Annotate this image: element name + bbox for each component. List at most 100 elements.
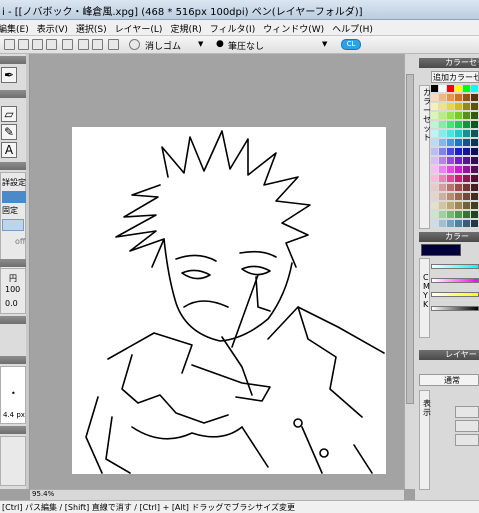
brush-tool[interactable]: ✎: [1, 124, 17, 140]
color-swatch[interactable]: [431, 139, 438, 146]
color-swatch[interactable]: [439, 166, 446, 173]
color-swatch[interactable]: [455, 157, 462, 164]
color-swatch[interactable]: [471, 148, 478, 155]
color-swatch[interactable]: [455, 112, 462, 119]
color-swatch[interactable]: [447, 148, 454, 155]
off-label[interactable]: off: [15, 237, 25, 246]
color-swatch[interactable]: [471, 157, 478, 164]
color-swatch[interactable]: [463, 157, 470, 164]
color-swatch[interactable]: [447, 175, 454, 182]
yellow-slider[interactable]: [431, 292, 479, 297]
menu-ruler[interactable]: 定規(R): [166, 20, 205, 35]
color-swatch[interactable]: [463, 94, 470, 101]
color-swatch[interactable]: [463, 211, 470, 218]
menu-view[interactable]: 表示(V): [33, 20, 72, 35]
color-swatch[interactable]: [455, 130, 462, 137]
menu-edit[interactable]: 編集(E): [0, 20, 33, 35]
menu-layer[interactable]: レイヤー(L): [111, 20, 167, 35]
preset-bar[interactable]: [2, 219, 24, 231]
color-swatch[interactable]: [471, 103, 478, 110]
color-swatch[interactable]: [431, 193, 438, 200]
color-swatch[interactable]: [463, 139, 470, 146]
color-swatch[interactable]: [447, 121, 454, 128]
paste-icon[interactable]: [32, 39, 43, 50]
color-swatch[interactable]: [455, 175, 462, 182]
color-swatch[interactable]: [471, 211, 478, 218]
color-swatch[interactable]: [447, 184, 454, 191]
color-swatch[interactable]: [455, 94, 462, 101]
color-swatch[interactable]: [463, 166, 470, 173]
color-swatch[interactable]: [447, 94, 454, 101]
current-color-swatch[interactable]: [421, 244, 461, 256]
color-swatch[interactable]: [447, 193, 454, 200]
color-swatch[interactable]: [431, 175, 438, 182]
texture-setting[interactable]: 筆圧なし: [228, 39, 264, 52]
color-swatch[interactable]: [447, 157, 454, 164]
color-swatch[interactable]: [463, 202, 470, 209]
cyan-slider[interactable]: [431, 264, 479, 269]
color-swatch[interactable]: [447, 166, 454, 173]
color-swatch[interactable]: [439, 148, 446, 155]
color-swatch[interactable]: [463, 220, 470, 227]
pen-icon[interactable]: [4, 39, 15, 50]
color-swatch[interactable]: [463, 85, 470, 92]
horizontal-scrollbar[interactable]: 95.4%: [30, 489, 404, 500]
layer-side-tab[interactable]: 表示: [419, 390, 431, 490]
color-swatch[interactable]: [455, 220, 462, 227]
value-b[interactable]: 0.0: [5, 299, 18, 308]
color-swatch[interactable]: [471, 112, 478, 119]
color-swatch[interactable]: [439, 94, 446, 101]
menu-help[interactable]: ヘルプ(H): [328, 20, 377, 35]
color-swatch[interactable]: [471, 193, 478, 200]
zoom-level[interactable]: 95.4%: [32, 490, 54, 498]
color-swatch[interactable]: [431, 211, 438, 218]
color-swatch[interactable]: [431, 112, 438, 119]
layer-row[interactable]: [455, 406, 479, 418]
color-swatch[interactable]: [455, 103, 462, 110]
color-swatch[interactable]: [439, 202, 446, 209]
color-swatch[interactable]: [455, 121, 462, 128]
color-swatch[interactable]: [447, 85, 454, 92]
layer-row[interactable]: [455, 434, 479, 446]
color-swatch[interactable]: [439, 139, 446, 146]
color-swatch[interactable]: [463, 193, 470, 200]
color-swatch[interactable]: [439, 112, 446, 119]
menu-window[interactable]: ウィンドウ(W): [259, 20, 328, 35]
color-swatch[interactable]: [439, 211, 446, 218]
color-swatch[interactable]: [447, 139, 454, 146]
eraser-setting[interactable]: 消しゴム: [145, 39, 181, 52]
color-swatch[interactable]: [439, 121, 446, 128]
color-swatch[interactable]: [447, 112, 454, 119]
menu-select[interactable]: 選択(S): [72, 20, 111, 35]
color-swatch[interactable]: [455, 85, 462, 92]
layer-row[interactable]: [455, 420, 479, 432]
copy-icon[interactable]: [18, 39, 29, 50]
color-swatch[interactable]: [447, 130, 454, 137]
color-swatch[interactable]: [431, 202, 438, 209]
magenta-slider[interactable]: [431, 278, 479, 283]
color-swatch[interactable]: [455, 193, 462, 200]
color-swatch-grid[interactable]: [431, 85, 479, 228]
colorset-side-tab[interactable]: カラーセット: [419, 85, 431, 229]
color-swatch[interactable]: [471, 184, 478, 191]
color-swatch[interactable]: [431, 184, 438, 191]
eyedropper-tool[interactable]: ✒: [1, 67, 17, 83]
preset-bar[interactable]: [2, 191, 26, 203]
color-swatch[interactable]: [439, 103, 446, 110]
stamp-icon[interactable]: [46, 39, 57, 50]
color-swatch[interactable]: [471, 220, 478, 227]
color-swatch[interactable]: [471, 166, 478, 173]
color-swatch[interactable]: [439, 184, 446, 191]
color-swatch[interactable]: [431, 157, 438, 164]
color-swatch[interactable]: [439, 85, 446, 92]
undo-icon[interactable]: [78, 39, 89, 50]
color-swatch[interactable]: [431, 85, 438, 92]
add-colorset-select[interactable]: 追加カラーセ: [431, 71, 479, 83]
color-swatch[interactable]: [431, 103, 438, 110]
color-swatch[interactable]: [471, 175, 478, 182]
color-swatch[interactable]: [439, 220, 446, 227]
color-swatch[interactable]: [455, 166, 462, 173]
sparkle-icon[interactable]: [62, 39, 73, 50]
value-a[interactable]: 100: [5, 285, 20, 294]
text-tool[interactable]: A: [1, 142, 17, 158]
